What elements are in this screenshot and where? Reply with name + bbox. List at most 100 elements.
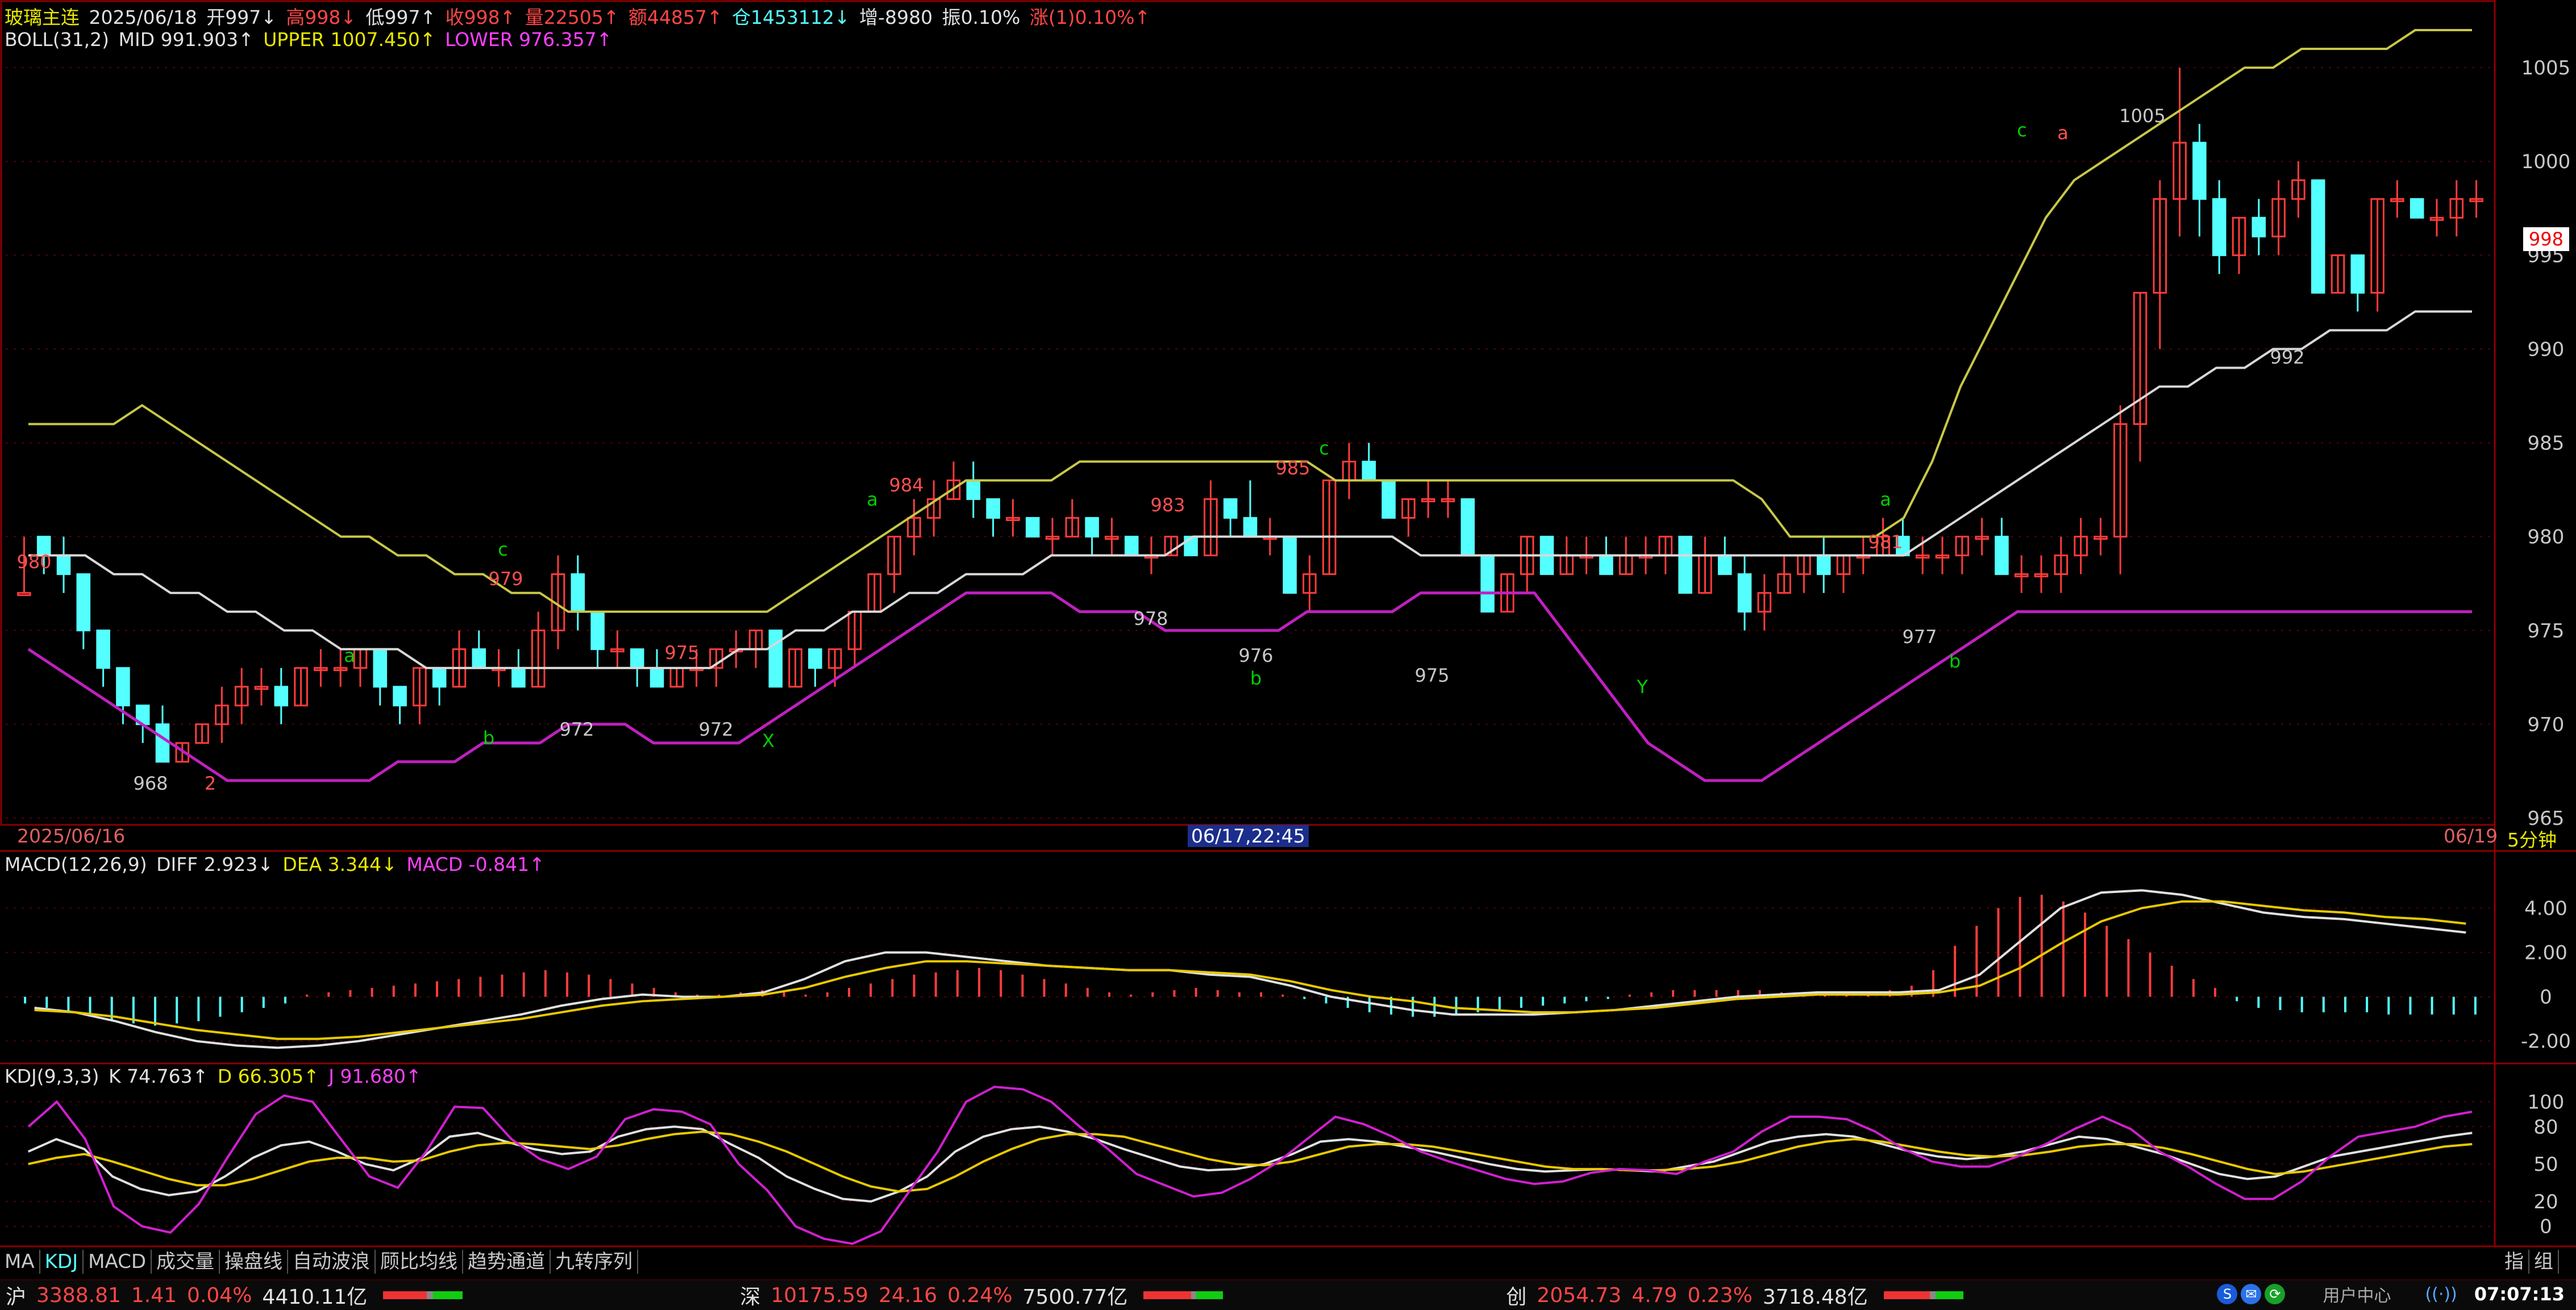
- candle-body: [511, 667, 526, 688]
- cy-breadth-bar: [1883, 1291, 1963, 1299]
- candle-body: [966, 479, 981, 500]
- candle-body: [1025, 517, 1040, 538]
- candle-body: [1480, 554, 1495, 613]
- macd-ytick-label: 0: [2540, 986, 2552, 1009]
- macd-label: MACD(12,26,9): [5, 853, 147, 875]
- signal-icon: ((·)): [2425, 1284, 2457, 1304]
- sh-index-segment[interactable]: 沪 3388.81 1.41 0.04% 4410.11亿: [6, 1280, 473, 1310]
- macd-diff: DIFF 2.923↓: [156, 853, 273, 875]
- s-service-icon[interactable]: S: [2217, 1284, 2238, 1304]
- indicator-tabs: MA KDJ MACD 成交量 操盘线 自动波浪 顾比均线 趋势通道 九转序列: [0, 1248, 639, 1276]
- indicator-tab[interactable]: 操盘线: [220, 1250, 289, 1274]
- refresh-icon[interactable]: ⟳: [2265, 1284, 2286, 1304]
- macd-dea-line: [34, 900, 2466, 1040]
- macd-legend[interactable]: MACD(12,26,9) DIFF 2.923↓ DEA 3.344↓ MAC…: [5, 853, 548, 875]
- indicator-tab[interactable]: 自动波浪: [288, 1250, 376, 1274]
- main-ytick-label: 985: [2528, 432, 2565, 455]
- date-right: 06/19: [2444, 825, 2498, 847]
- candle-body: [630, 648, 644, 669]
- wave-label: 975: [1414, 665, 1449, 686]
- indicator-tab[interactable]: 趋势通道: [463, 1250, 551, 1274]
- candle-body: [808, 648, 822, 669]
- main-ytick-label: 1000: [2521, 151, 2571, 173]
- main-ytick-label: 975: [2528, 620, 2565, 643]
- indicator-tab[interactable]: 顾比均线: [376, 1250, 464, 1274]
- user-center-link[interactable]: 用户中心: [2323, 1282, 2391, 1307]
- wave-label: X: [762, 730, 775, 752]
- candle-body: [768, 629, 783, 688]
- main-ytick-label: 970: [2528, 714, 2565, 736]
- indicator-tab[interactable]: 成交量: [152, 1250, 220, 1274]
- message-icon[interactable]: ✉: [2241, 1284, 2262, 1304]
- macd-dea: DEA 3.344↓: [282, 853, 397, 875]
- candle-body: [1460, 498, 1475, 557]
- boll-upper: UPPER 1007.450↑: [263, 28, 436, 51]
- candle-body: [590, 611, 605, 650]
- sh-breadth-bar: [383, 1291, 463, 1299]
- wave-label: 972: [559, 719, 594, 740]
- kdj-j: J 91.680↑: [328, 1065, 422, 1087]
- quote-amount: 额44857↑: [628, 6, 723, 28]
- candle-body: [650, 667, 664, 688]
- candle-body: [1362, 461, 1376, 482]
- candle-body: [2311, 179, 2325, 294]
- sz-index: 10175.59: [771, 1283, 869, 1307]
- indicator-tab[interactable]: KDJ: [40, 1250, 84, 1274]
- wave-label: c: [498, 539, 508, 560]
- wave-label: 977: [1902, 626, 1937, 648]
- indicator-tab[interactable]: 九转序列: [551, 1250, 639, 1274]
- sh-chg: 1.41: [131, 1283, 177, 1307]
- boll-legend[interactable]: BOLL(31,2) MID 991.903↑ UPPER 1007.450↑ …: [5, 28, 615, 51]
- cy-amt: 3718.48亿: [1762, 1286, 1868, 1309]
- clock-time: 07:07:13: [2474, 1283, 2565, 1305]
- kdj-ytick-label: 20: [2533, 1191, 2558, 1213]
- kdj-k: K 74.763↑: [109, 1065, 209, 1087]
- quote-date: 2025/06/18: [89, 6, 197, 28]
- candle-body: [1243, 517, 1258, 538]
- sh-amt: 4410.11亿: [262, 1286, 368, 1309]
- wave-label: b: [483, 727, 494, 749]
- kdj-legend[interactable]: KDJ(9,3,3) K 74.763↑ D 66.305↑ J 91.680↑: [5, 1065, 425, 1087]
- symbol-name[interactable]: 玻璃主连: [5, 6, 80, 28]
- wave-label: Y: [1636, 676, 1648, 698]
- cy-index-segment[interactable]: 创 2054.73 4.79 0.23% 3718.48亿: [1506, 1280, 1973, 1310]
- candle-body: [116, 667, 130, 707]
- wave-label: 980: [16, 551, 51, 573]
- candle-body: [1283, 536, 1297, 594]
- tab-index[interactable]: 指: [2500, 1250, 2529, 1274]
- indicator-tab[interactable]: MACD: [84, 1250, 152, 1274]
- candle-body: [571, 573, 585, 613]
- wave-label: 2: [205, 773, 216, 794]
- macd-ytick-label: -2.00: [2521, 1031, 2571, 1053]
- candle-body: [2212, 198, 2227, 256]
- wave-label: b: [1949, 650, 1961, 672]
- candle-body: [1737, 573, 1752, 613]
- candle-body: [1717, 554, 1732, 575]
- candle-body: [1995, 536, 2009, 575]
- wave-label: 983: [1150, 494, 1185, 516]
- kdj-d: D 66.305↑: [217, 1065, 319, 1087]
- sz-index-segment[interactable]: 深 10175.59 24.16 0.24% 7500.77亿: [740, 1280, 1233, 1310]
- wave-label: a: [2057, 122, 2069, 144]
- sz-breadth-bar: [1143, 1291, 1224, 1299]
- tab-group[interactable]: 组: [2529, 1250, 2559, 1274]
- boll-label: BOLL(31,2): [5, 28, 110, 51]
- candle-body: [56, 554, 71, 575]
- boll-mid: MID 991.903↑: [118, 28, 254, 51]
- macd-diff-line: [34, 889, 2466, 1049]
- period-label[interactable]: 5分钟: [2507, 825, 2557, 852]
- sh-index: 3388.81: [36, 1283, 121, 1307]
- wave-label: 979: [488, 568, 523, 590]
- sh-pct: 0.04%: [187, 1283, 252, 1307]
- candle-body: [17, 592, 31, 596]
- indicator-tab[interactable]: MA: [0, 1250, 40, 1274]
- quote-amp: 振0.10%: [942, 6, 1021, 28]
- candle-body: [1599, 554, 1613, 575]
- candle-body: [986, 498, 1000, 519]
- candle-body: [96, 629, 110, 669]
- wave-label: 972: [698, 719, 733, 740]
- current-price-tag: 998: [2523, 227, 2569, 251]
- wave-label: a: [867, 489, 878, 510]
- kdj-d-line: [28, 1130, 2473, 1193]
- quote-volume: 量22505↑: [525, 6, 619, 28]
